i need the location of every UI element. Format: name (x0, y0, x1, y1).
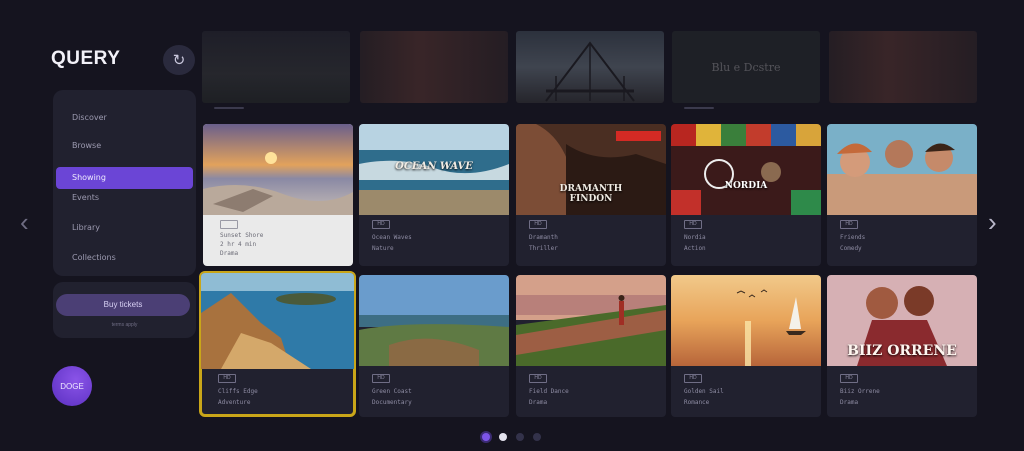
card-title: Biiz Orrene (840, 388, 880, 395)
app-title: QUERY (51, 48, 121, 69)
media-card-nordia[interactable]: NORDIA HD Nordia Action (671, 124, 821, 266)
quality-badge: HD (840, 374, 858, 383)
card-subtitle: Comedy (840, 245, 862, 252)
ghost-title: Blu e Dcstre (711, 61, 781, 74)
sidebar-action-panel: Buy tickets terms apply (53, 282, 196, 338)
refresh-icon: ↻ (172, 52, 186, 69)
card-meta: Drama (220, 250, 239, 257)
quality-badge: HD (529, 220, 547, 229)
ghost-card[interactable] (516, 31, 664, 103)
quality-badge: HD (372, 374, 390, 383)
thumb-title: OCEAN WAVE (395, 161, 473, 172)
card-subtitle: Action (684, 245, 706, 252)
thumb-title: DRAMANTH FINDON (559, 184, 623, 204)
card-title: Dramanth (529, 234, 558, 241)
media-card-ocean-waves[interactable]: OCEAN WAVE HD Ocean Waves Nature (359, 124, 509, 266)
prev-page-arrow[interactable]: ‹ (20, 209, 29, 235)
media-card-golden-sail[interactable]: HD Golden Sail Romance (671, 275, 821, 417)
card-title: Sunset Shore (220, 232, 264, 239)
next-page-arrow[interactable]: › (988, 209, 997, 235)
card-title: Golden Sail (684, 388, 724, 395)
card-thumbnail (827, 124, 977, 215)
card-title: Field Dance (529, 388, 569, 395)
buy-tickets-button[interactable]: Buy tickets (56, 294, 190, 316)
card-thumbnail: DRAMANTH FINDON (516, 124, 666, 215)
page-dot[interactable] (499, 433, 507, 441)
ghost-card[interactable] (829, 31, 977, 103)
media-card-green-coast[interactable]: HD Green Coast Documentary (359, 275, 509, 417)
card-thumbnail: NORDIA (671, 124, 821, 215)
thumb-title: BIIZ ORRENE (847, 343, 957, 359)
thumb-title: NORDIA (724, 181, 768, 191)
page-dot[interactable] (533, 433, 541, 441)
sidebar-item-browse[interactable]: Browse (53, 135, 196, 157)
sidebar-item-showing[interactable]: Showing (56, 167, 193, 189)
card-subtitle: Documentary (372, 399, 412, 406)
pagination-dots (482, 433, 541, 441)
quality-badge: HD (684, 220, 702, 229)
card-title: Green Coast (372, 388, 412, 395)
card-title: Nordia (684, 234, 706, 241)
media-card-biiz-orrene[interactable]: BIIZ ORRENE HD Biiz Orrene Drama (827, 275, 977, 417)
card-title: Ocean Waves (372, 234, 412, 241)
page-dot[interactable] (482, 433, 490, 441)
sidebar-item-library[interactable]: Library (53, 217, 196, 239)
ghost-card[interactable] (202, 31, 350, 103)
ghost-progress (214, 107, 244, 109)
quality-badge: HD (218, 374, 236, 383)
sidebar-item-discover[interactable]: Discover (53, 107, 196, 129)
card-thumbnail (516, 275, 666, 366)
sidebar-caption: terms apply (111, 322, 138, 328)
media-card-dramanth[interactable]: DRAMANTH FINDON HD Dramanth Thriller (516, 124, 666, 266)
card-subtitle: Romance (684, 399, 710, 406)
gazebo-illustration (545, 41, 635, 102)
card-subtitle: Drama (840, 399, 859, 406)
chevron-left-icon: ‹ (20, 207, 29, 237)
card-subtitle: Drama (529, 399, 548, 406)
media-card-cliffs-edge[interactable]: HD Cliffs Edge Adventure (199, 271, 356, 417)
card-thumbnail (201, 273, 354, 369)
card-thumbnail: OCEAN WAVE (359, 124, 509, 215)
media-card-friends[interactable]: HD Friends Comedy (827, 124, 977, 266)
ghost-progress (684, 107, 714, 109)
media-card-sunset-shore[interactable]: Sunset Shore 2 hr 4 min Drama (203, 124, 353, 266)
card-title: Friends (840, 234, 866, 241)
quality-badge (220, 220, 238, 229)
media-card-field-dance[interactable]: HD Field Dance Drama (516, 275, 666, 417)
ghost-card[interactable]: Blu e Dcstre (672, 31, 820, 103)
card-subtitle: 2 hr 4 min (220, 241, 257, 248)
card-subtitle: Thriller (529, 245, 558, 252)
card-subtitle: Adventure (218, 399, 251, 406)
chevron-right-icon: › (988, 207, 997, 237)
card-thumbnail (359, 275, 509, 366)
page-dot[interactable] (516, 433, 524, 441)
sidebar-item-events[interactable]: Events (53, 187, 196, 209)
quality-badge: HD (684, 374, 702, 383)
ghost-card[interactable] (360, 31, 508, 103)
sidebar-item-collections[interactable]: Collections (53, 247, 196, 269)
card-thumbnail: BIIZ ORRENE (827, 275, 977, 366)
card-title: Cliffs Edge (218, 388, 258, 395)
refresh-button[interactable]: ↻ (163, 45, 195, 75)
quality-badge: HD (840, 220, 858, 229)
card-thumbnail (203, 124, 353, 215)
quality-badge: HD (372, 220, 390, 229)
sidebar-nav: Discover Browse Showing Events Library C… (53, 90, 196, 276)
card-subtitle: Nature (372, 245, 394, 252)
fab-label: DOGE (60, 381, 84, 391)
quality-badge: HD (529, 374, 547, 383)
fab-button[interactable]: DOGE (52, 366, 92, 406)
card-thumbnail (671, 275, 821, 366)
